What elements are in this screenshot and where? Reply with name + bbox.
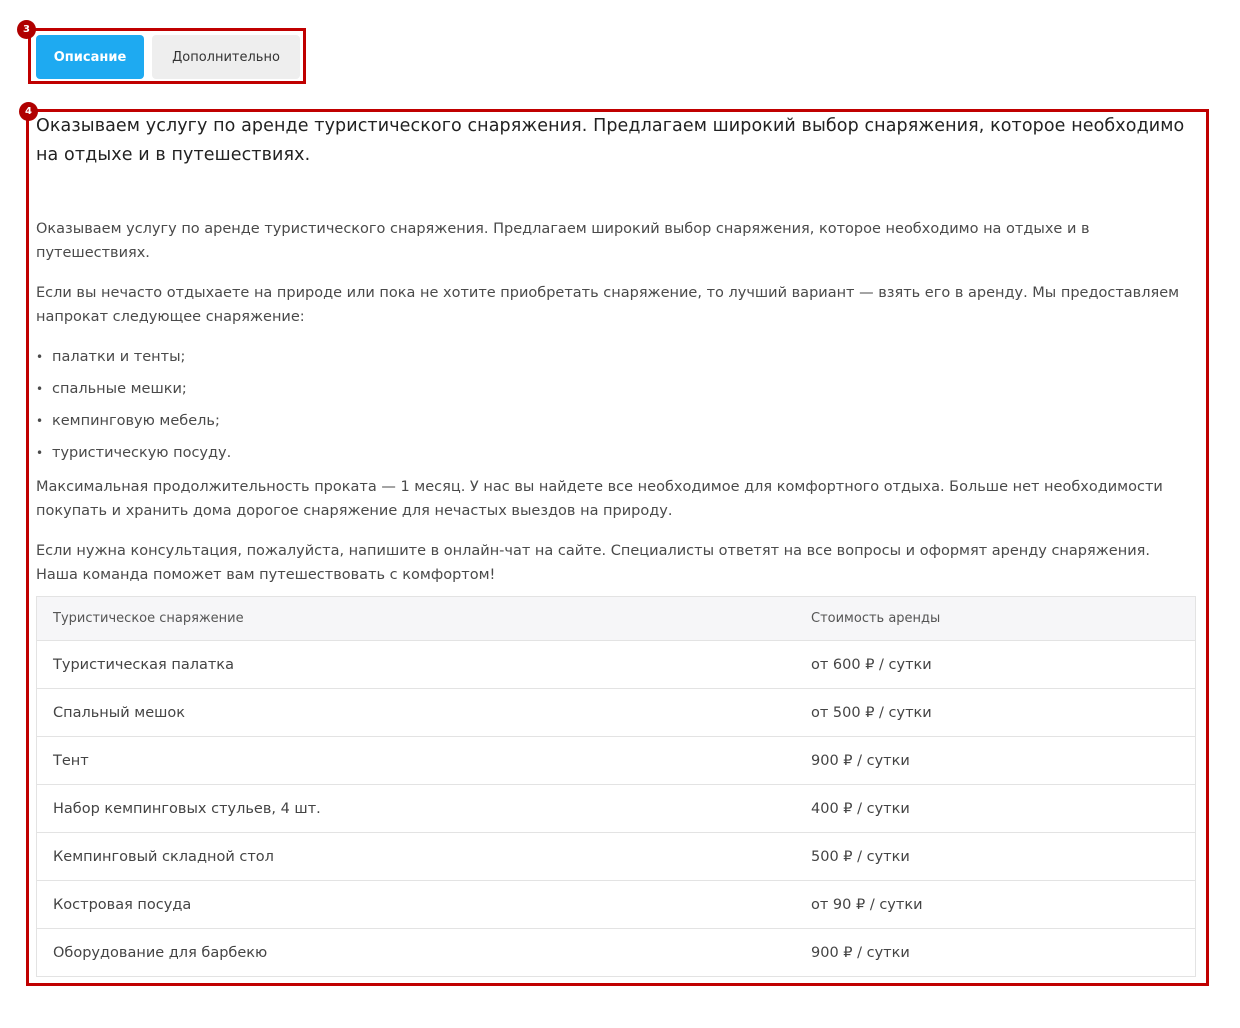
lead-text: Оказываем услугу по аренде туристическог… bbox=[36, 116, 1185, 165]
table-row: Туристическая палатка от 600 ₽ / сутки bbox=[36, 640, 1196, 689]
equipment-name: Туристическая палатка bbox=[36, 640, 795, 689]
rental-price: 500 ₽ / сутки bbox=[795, 832, 1196, 881]
equipment-list: палатки и тенты; спальные мешки; кемпинг… bbox=[36, 345, 1196, 467]
rental-price-table: Туристическое снаряжение Стоимость аренд… bbox=[36, 596, 1196, 977]
paragraph-duration: Максимальная продолжительность проката —… bbox=[36, 479, 1163, 519]
table-row: Кемпинговый складной стол 500 ₽ / сутки bbox=[36, 832, 1196, 881]
equipment-name: Набор кемпинговых стульев, 4 шт. bbox=[36, 784, 795, 833]
rental-price: от 600 ₽ / сутки bbox=[795, 640, 1196, 689]
table-row: Костровая посуда от 90 ₽ / сутки bbox=[36, 880, 1196, 929]
list-item: палатки и тенты; bbox=[36, 345, 1196, 377]
equipment-name: Спальный мешок bbox=[36, 688, 795, 737]
paragraph-intro: Оказываем услугу по аренде туристическог… bbox=[36, 221, 1090, 261]
equipment-name: Тент bbox=[36, 736, 795, 785]
list-item: кемпинговую мебель; bbox=[36, 409, 1196, 441]
equipment-name: Оборудование для барбекю bbox=[53, 944, 268, 961]
paragraph-offer: Если вы нечасто отдыхаете на природе или… bbox=[36, 285, 1180, 325]
rental-price: 900 ₽ / сутки bbox=[795, 736, 1196, 785]
paragraph-consultation: Если нужна консультация, пожалуйста, нап… bbox=[36, 543, 1150, 583]
table-row: Тент 900 ₽ / сутки bbox=[36, 736, 1196, 785]
table-row: Набор кемпинговых стульев, 4 шт. 400 ₽ /… bbox=[36, 784, 1196, 833]
equipment-name: Костровая посуда bbox=[36, 880, 795, 929]
table-row: Оборудование для барбекю 900 ₽ / сутки bbox=[37, 929, 1196, 977]
equipment-name: Кемпинговый складной стол bbox=[36, 832, 795, 881]
column-header-price: Стоимость аренды bbox=[795, 596, 1196, 641]
rental-price: от 90 ₽ / сутки bbox=[795, 880, 1196, 929]
list-item: спальные мешки; bbox=[36, 377, 1196, 409]
annotation-marker-3: 3 bbox=[17, 20, 36, 39]
tab-description[interactable]: Описание bbox=[36, 35, 144, 79]
column-header-equipment: Туристическое снаряжение bbox=[36, 596, 795, 641]
rental-price: 900 ₽ / сутки bbox=[811, 944, 910, 961]
rental-price: от 500 ₽ / сутки bbox=[795, 688, 1196, 737]
list-item: туристическую посуду. bbox=[36, 441, 1196, 467]
description-content: Оказываем услугу по аренде туристическог… bbox=[36, 112, 1196, 587]
table-header-row: Туристическое снаряжение Стоимость аренд… bbox=[36, 596, 1196, 641]
tab-additional[interactable]: Дополнительно bbox=[152, 35, 300, 79]
rental-price: 400 ₽ / сутки bbox=[795, 784, 1196, 833]
table-row: Спальный мешок от 500 ₽ / сутки bbox=[36, 688, 1196, 737]
